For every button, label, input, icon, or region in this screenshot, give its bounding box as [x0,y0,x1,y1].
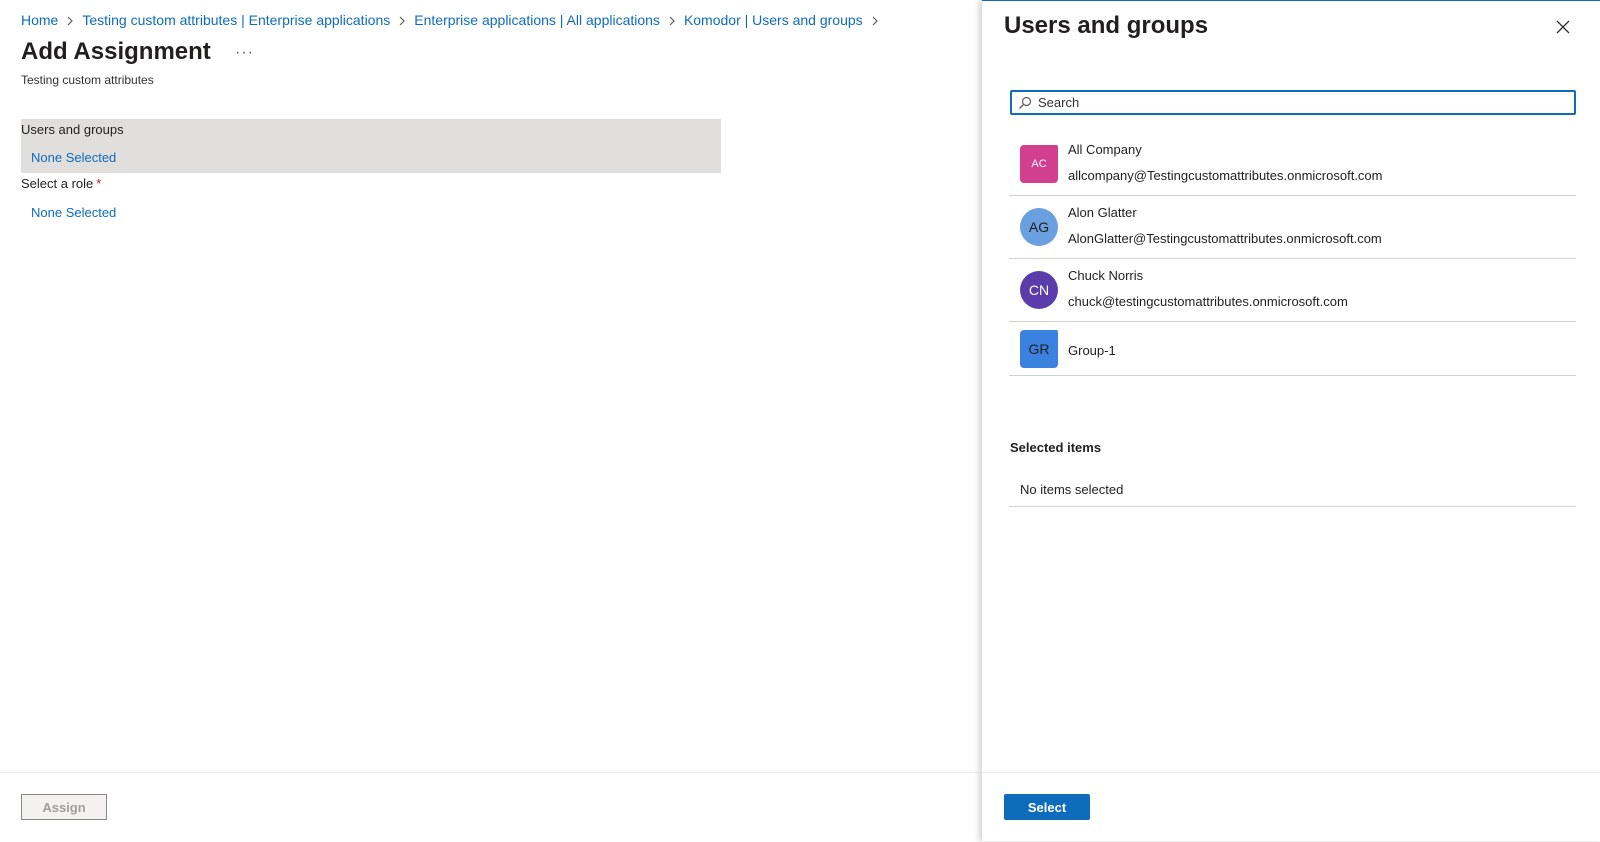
no-items-selected-text: No items selected [1020,482,1124,497]
users-groups-field: Users and groups None Selected [21,119,721,173]
users-groups-label: Users and groups [21,122,124,137]
users-groups-panel: Users and groups AC All Company allcompa… [981,0,1600,841]
breadcrumb: Home Testing custom attributes | Enterpr… [21,12,887,28]
result-row-group-1[interactable]: GR Group-1 [1009,322,1576,376]
search-input[interactable] [1038,95,1558,110]
role-none-selected-link[interactable]: None Selected [31,205,116,220]
assign-button[interactable]: Assign [21,794,107,820]
selected-items-heading: Selected items [1010,440,1102,455]
result-row-alon-glatter[interactable]: AG Alon Glatter AlonGlatter@Testingcusto… [1009,196,1576,259]
result-email: AlonGlatter@Testingcustomattributes.onmi… [1068,231,1382,246]
group-avatar: GR [1020,330,1058,368]
users-groups-none-selected-link[interactable]: None Selected [31,150,116,165]
result-row-all-company[interactable]: AC All Company allcompany@Testingcustoma… [1009,133,1576,196]
close-icon[interactable] [1554,18,1572,36]
page-footer: Assign [0,772,980,842]
result-name: All Company [1068,142,1142,157]
required-indicator: * [96,176,102,191]
breadcrumb-komodor-users-groups[interactable]: Komodor | Users and groups [684,12,863,28]
more-options-icon[interactable]: ··· [235,44,254,62]
breadcrumb-enterprise-applications[interactable]: Enterprise applications | All applicatio… [414,12,660,28]
chevron-right-icon [660,13,684,27]
search-icon [1018,96,1032,110]
panel-footer: Select [982,772,1600,842]
chevron-right-icon [863,13,887,27]
chevron-right-icon [390,13,414,27]
panel-top-accent [982,0,1600,1]
chevron-right-icon [58,13,82,27]
breadcrumb-testing-custom-attributes[interactable]: Testing custom attributes | Enterprise a… [82,12,390,28]
panel-title: Users and groups [1004,12,1209,39]
results-list: AC All Company allcompany@Testingcustoma… [1009,133,1576,376]
result-name: Group-1 [1068,343,1116,358]
result-row-chuck-norris[interactable]: CN Chuck Norris chuck@testingcustomattri… [1009,259,1576,322]
avatar: AC [1020,145,1058,183]
avatar: AG [1020,208,1058,246]
result-name: Chuck Norris [1068,268,1144,283]
add-assignment-page: Home Testing custom attributes | Enterpr… [0,0,980,841]
result-name: Alon Glatter [1068,205,1137,220]
result-email: allcompany@Testingcustomattributes.onmic… [1068,168,1383,183]
selected-items-list: No items selected [1009,470,1576,507]
page-title: Add Assignment [21,38,211,65]
result-email: chuck@testingcustomattributes.onmicrosof… [1068,294,1348,309]
page-subtitle: Testing custom attributes [21,73,154,87]
select-button[interactable]: Select [1004,794,1090,820]
search-box [1010,90,1576,115]
breadcrumb-home[interactable]: Home [21,12,58,28]
select-role-label-text: Select a role [21,176,94,191]
avatar: CN [1020,271,1058,309]
select-role-label: Select a role * [21,176,101,191]
